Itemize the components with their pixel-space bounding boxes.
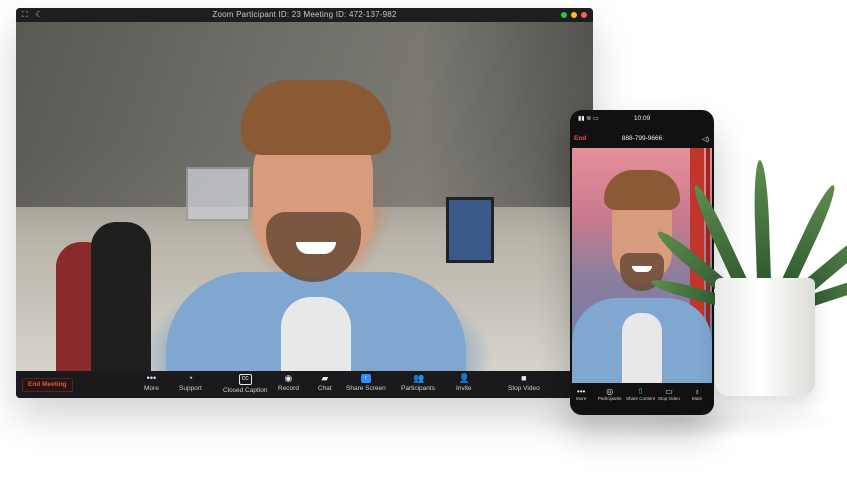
plant-leaf [752,159,771,281]
phone-share-button[interactable]: ⇧ Share Content [626,387,655,401]
desktop-meeting-window: ⛶ ☾ Zoom Participant ID: 23 Meeting ID: … [16,8,593,398]
invite-button[interactable]: 👤 Invite [456,373,472,393]
video-icon: ■ [521,373,527,383]
phone-stop-video-button[interactable]: ▭ Stop Video [658,387,680,401]
phone-participants-label: Participants [598,396,622,401]
window-titlebar: ⛶ ☾ Zoom Participant ID: 23 Meeting ID: … [16,8,593,22]
phone-more-label: More [576,396,587,401]
phone-more-button[interactable]: ••• More [576,387,586,401]
video-feed [16,22,593,382]
plant-pot [715,278,815,396]
speaker-hair [604,170,680,210]
closed-caption-button[interactable]: cc Closed Caption [223,374,267,394]
invite-icon: 👤 [458,373,470,383]
closed-caption-label: Closed Caption [223,387,268,394]
share-screen-icon: ↑ [360,374,371,383]
minimize-window-button[interactable] [571,12,577,18]
meeting-toolbar: End Meeting ••• More ◔ Support cc Closed… [16,371,593,398]
chat-button[interactable]: ▰ Chat [318,373,332,393]
speaker-smile [632,266,652,272]
background-person [91,222,151,372]
invite-label: Invite [456,385,472,392]
phone-participants-button[interactable]: ◎ Participants [598,387,622,401]
traffic-lights [561,12,587,18]
stop-video-button[interactable]: ■ Stop Video [508,373,540,393]
record-label: Record [278,385,299,392]
background-picture [186,167,250,221]
support-button[interactable]: ◔ Support [179,373,202,393]
video-icon: ▭ [665,387,673,396]
zoom-window-button[interactable] [561,12,567,18]
participants-label: Participants [401,385,435,392]
record-icon: ◉ [284,373,293,383]
window-title: Zoom Participant ID: 23 Meeting ID: 472-… [212,10,397,19]
more-label: More [144,385,159,392]
share-icon: ⇧ [637,387,644,396]
cc-icon: cc [238,374,252,385]
participants-icon: 👥 [412,373,425,383]
support-label: Support [179,385,202,392]
phone-stop-video-label: Stop Video [658,396,680,401]
background-monitor [446,197,494,263]
phone-toolbar: ••• More ◎ Participants ⇧ Share Content … [570,385,714,407]
phone-meeting-header: End 888-799-9666 ◁) [570,132,714,146]
chat-label: Chat [318,385,332,392]
ellipsis-icon: ••• [146,373,157,383]
participants-icon: ◎ [606,387,614,396]
end-meeting-button[interactable]: End Meeting [22,378,73,392]
phone-meeting-number: 888-799-9666 [621,135,663,142]
chat-icon: ▰ [321,373,329,383]
phone-mute-button[interactable]: ♁ Mute [692,387,702,401]
more-button[interactable]: ••• More [144,373,159,393]
speaker-tshirt [622,313,662,383]
speaker-tshirt [281,297,351,382]
ellipsis-icon: ••• [576,387,586,396]
stop-video-label: Stop Video [508,385,540,392]
speaker-hair [241,80,391,155]
participants-button[interactable]: 👥 Participants [401,373,435,393]
share-screen-button[interactable]: ↑ Share Screen [346,374,386,392]
phone-mute-label: Mute [692,396,703,401]
phone-status-bar: ▮▮ ≋ ▭ 10:09 [570,110,714,126]
speaker-smile [296,242,336,254]
phone-clock: 10:09 [633,115,651,122]
record-button[interactable]: ◉ Record [278,373,299,393]
close-window-button[interactable] [581,12,587,18]
potted-plant [649,150,847,400]
support-icon: ◔ [187,373,194,383]
mic-icon: ♁ [694,387,700,396]
phone-share-label: Share Content [626,396,656,401]
speaker-icon[interactable]: ◁) [702,135,709,143]
share-screen-label: Share Screen [346,385,386,392]
